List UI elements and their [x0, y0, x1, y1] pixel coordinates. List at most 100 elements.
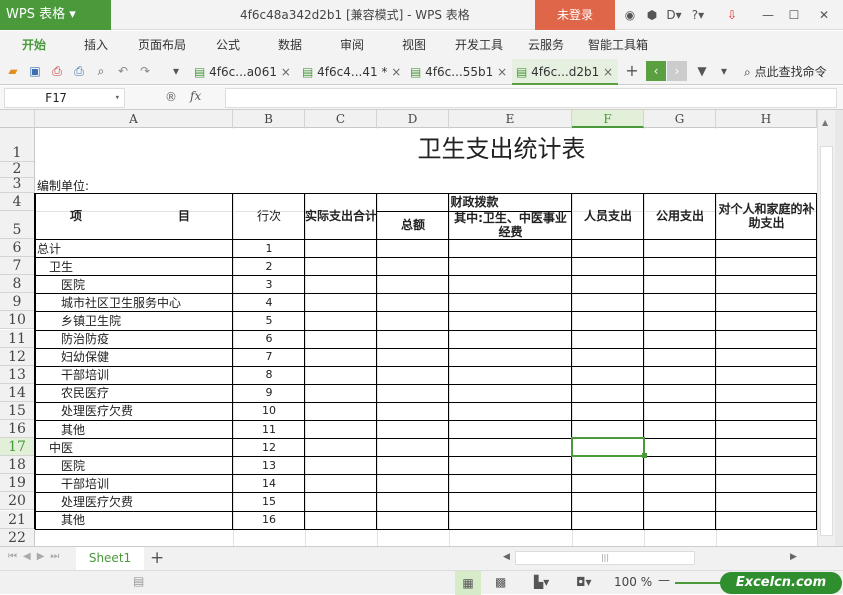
spreadsheet-grid[interactable]: A B C D E F G H 1 2 3 4 5 6 7 8 9 10 11 12 13 14 15 16 17 18 19 20 2…	[0, 110, 843, 546]
search-command[interactable]: ⌕ 点此查找命令	[744, 59, 827, 85]
row-name[interactable]: 总计	[37, 239, 61, 257]
filter-icon[interactable]: ▾	[716, 63, 732, 79]
row-name[interactable]: 中医	[49, 438, 73, 456]
login-button[interactable]: 未登录	[535, 0, 615, 30]
row-name[interactable]: 医院	[61, 275, 85, 293]
scroll-up-icon[interactable]: ▲	[822, 118, 828, 127]
row-header-1[interactable]: 1	[0, 128, 35, 162]
skin-icon[interactable]: ◉	[622, 7, 638, 23]
scroll-left-icon[interactable]: ◀	[503, 552, 511, 562]
wps-menu-button[interactable]: WPS 表格 ▾	[0, 0, 111, 30]
page-layout-icon[interactable]: ▙▾	[534, 575, 549, 589]
row-header-9[interactable]: 9	[0, 293, 35, 312]
row-header-5[interactable]: 5	[0, 211, 35, 239]
row-header-4[interactable]: 4	[0, 193, 35, 211]
selected-cell[interactable]	[571, 437, 645, 458]
row-name[interactable]: 妇幼保健	[61, 348, 109, 366]
download-icon[interactable]: ⇩	[724, 7, 740, 23]
row-name[interactable]: 处理医疗欠费	[61, 492, 133, 510]
column-header-B[interactable]: B	[233, 110, 305, 128]
row-line-no[interactable]: 2	[233, 257, 305, 275]
row-name[interactable]: 乡镇卫生院	[61, 311, 121, 329]
d-icon[interactable]: D▾	[666, 7, 682, 23]
row-name[interactable]: 农民医疗	[61, 384, 109, 402]
column-header-G[interactable]: G	[644, 110, 716, 128]
name-box[interactable]: F17 ▾	[4, 88, 125, 108]
screen-icon[interactable]: ▼	[694, 63, 710, 79]
fill-handle[interactable]	[642, 453, 647, 459]
doc-tab[interactable]: ▤ 4f6c...a061 ×	[190, 59, 296, 85]
doc-tab[interactable]: ▤ 4f6c4...41 * ×	[298, 59, 404, 85]
side-panel-handle[interactable]	[835, 110, 843, 546]
minimize-icon[interactable]: —	[760, 7, 776, 23]
doc-tab[interactable]: ▤ 4f6c...55b1 ×	[406, 59, 512, 85]
row-line-no[interactable]: 10	[233, 402, 305, 420]
row-header-10[interactable]: 10	[0, 311, 35, 330]
menu-2[interactable]: 页面布局	[138, 31, 186, 59]
column-header-F[interactable]: F	[572, 110, 644, 128]
dropdown-icon[interactable]: ▾	[168, 63, 184, 79]
row-name[interactable]: 处理医疗欠费	[61, 402, 133, 420]
row-header-11[interactable]: 11	[0, 329, 35, 348]
row-header-13[interactable]: 13	[0, 365, 35, 384]
close-tab-icon[interactable]: ×	[281, 65, 291, 79]
scroll-thumb[interactable]	[820, 146, 833, 536]
row-line-no[interactable]: 11	[233, 420, 305, 438]
menu-5[interactable]: 审阅	[340, 31, 364, 59]
zoom-formula-icon[interactable]: ®	[165, 90, 177, 104]
sheet-nav-icon[interactable]: ⏮◀▶⏭	[8, 551, 65, 562]
row-line-no[interactable]: 9	[233, 384, 305, 402]
row-name[interactable]: 其他	[61, 511, 85, 529]
row-line-no[interactable]: 6	[233, 330, 305, 348]
next-tab-icon[interactable]: ›	[667, 61, 687, 81]
macro-icon[interactable]: ▤	[133, 574, 144, 588]
close-tab-icon[interactable]: ×	[603, 65, 613, 79]
formula-input[interactable]	[225, 88, 837, 108]
column-header-H[interactable]: H	[716, 110, 817, 128]
column-header-E[interactable]: E	[449, 110, 572, 128]
prev-tab-icon[interactable]: ‹	[646, 61, 666, 81]
row-header-19[interactable]: 19	[0, 474, 35, 493]
help-icon[interactable]: ?▾	[690, 7, 706, 23]
undo-icon[interactable]: ↶	[115, 63, 131, 79]
close-icon[interactable]: ✕	[816, 7, 832, 23]
row-line-no[interactable]: 8	[233, 366, 305, 384]
close-tab-icon[interactable]: ×	[391, 65, 401, 79]
row-header-14[interactable]: 14	[0, 383, 35, 402]
row-name[interactable]: 防治防疫	[61, 330, 109, 348]
row-line-no[interactable]: 13	[233, 456, 305, 474]
normal-view-icon[interactable]: ▦	[455, 571, 481, 595]
menu-1[interactable]: 插入	[84, 31, 108, 59]
reading-mode-icon[interactable]: ◘▾	[576, 575, 592, 589]
row-line-no[interactable]: 15	[233, 492, 305, 510]
row-header-18[interactable]: 18	[0, 456, 35, 475]
row-name[interactable]: 医院	[61, 456, 85, 474]
save-icon[interactable]: ▣	[27, 63, 43, 79]
menu-6[interactable]: 视图	[402, 31, 426, 59]
horizontal-scrollbar[interactable]: |||	[515, 551, 695, 565]
row-line-no[interactable]: 5	[233, 311, 305, 329]
menu-7[interactable]: 开发工具	[455, 31, 503, 59]
row-line-no[interactable]: 14	[233, 474, 305, 492]
sheet-tab[interactable]: Sheet1	[76, 547, 144, 571]
column-header-C[interactable]: C	[305, 110, 377, 128]
row-name[interactable]: 干部培训	[61, 474, 109, 492]
row-header-7[interactable]: 7	[0, 257, 35, 276]
row-line-no[interactable]: 16	[233, 511, 305, 529]
row-header-6[interactable]: 6	[0, 239, 35, 258]
row-header-22[interactable]: 22	[0, 528, 35, 546]
row-line-no[interactable]: 4	[233, 293, 305, 311]
row-header-12[interactable]: 12	[0, 347, 35, 366]
row-header-20[interactable]: 20	[0, 492, 35, 511]
print-preview-icon[interactable]: ⌕	[93, 63, 109, 79]
row-name[interactable]: 其他	[61, 420, 85, 438]
row-header-17[interactable]: 17	[0, 438, 35, 457]
row-line-no[interactable]: 3	[233, 275, 305, 293]
row-header-21[interactable]: 21	[0, 510, 35, 529]
fx-button[interactable]: fx	[190, 89, 201, 103]
row-line-no[interactable]: 12	[233, 438, 305, 456]
add-sheet-icon[interactable]: +	[150, 548, 164, 568]
menu-4[interactable]: 数据	[278, 31, 302, 59]
row-name[interactable]: 卫生	[49, 257, 73, 275]
menu-0[interactable]: 开始	[22, 31, 46, 59]
